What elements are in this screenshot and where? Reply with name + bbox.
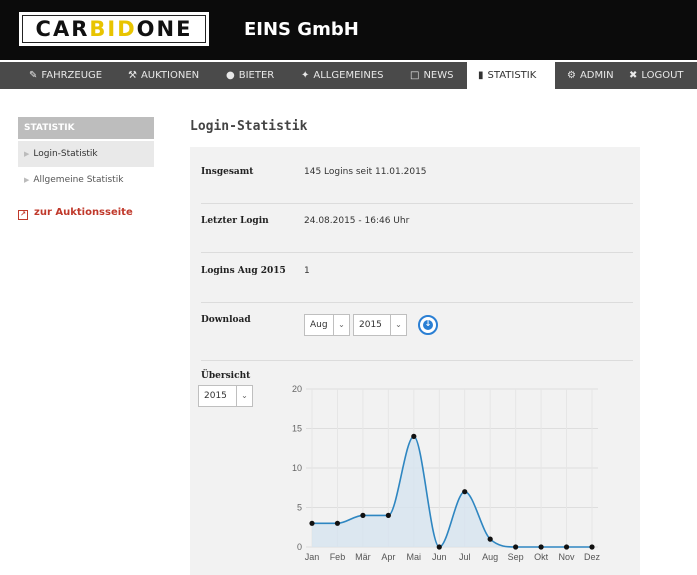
nav-item-logout[interactable]: ✖ LOGOUT xyxy=(629,62,684,89)
company-name: EINS GmbH xyxy=(244,19,359,40)
chevron-right-icon: ▶ xyxy=(24,150,30,158)
sidebar-heading: STATISTIK xyxy=(18,117,154,139)
statistics-panel: Insgesamt 145 Logins seit 11.01.2015 Let… xyxy=(190,147,640,575)
close-icon: ✖ xyxy=(629,70,638,81)
download-year-select[interactable]: 2015 ⌄ xyxy=(353,314,407,336)
gear-icon: ⚙ xyxy=(567,70,576,81)
data-point-feb xyxy=(334,520,341,526)
x-tick-label: Aug xyxy=(482,552,498,562)
divider xyxy=(201,302,633,303)
divider xyxy=(201,252,633,253)
total-value: 145 Logins seit 11.01.2015 xyxy=(304,167,427,177)
last-login-value: 24.08.2015 - 16:46 Uhr xyxy=(304,216,410,226)
nav-item-statistik[interactable]: ▮ STATISTIK xyxy=(467,62,555,89)
document-icon: □ xyxy=(410,70,420,81)
download-label: Download xyxy=(201,315,251,325)
logins-month-label: Logins Aug 2015 xyxy=(201,266,286,276)
divider xyxy=(201,360,633,361)
bar-chart-icon: ▮ xyxy=(478,70,484,81)
download-arrow-icon: ↓ xyxy=(424,319,432,328)
nav-item-fahrzeuge[interactable]: ✎ FAHRZEUGE xyxy=(29,62,102,89)
overview-year-select[interactable]: 2015 ⌄ xyxy=(198,385,253,407)
sidebar-item-allgemeine-statistik[interactable]: ▶ Allgemeine Statistik xyxy=(18,167,154,193)
logins-month-value: 1 xyxy=(304,266,310,276)
edit-icon: ✎ xyxy=(29,70,38,81)
chart-area-fill xyxy=(312,436,592,547)
data-point-jan xyxy=(309,520,315,526)
x-tick-label: Nov xyxy=(559,552,576,562)
data-point-sep xyxy=(513,544,519,550)
x-tick-label: Feb xyxy=(330,552,346,562)
data-point-aug xyxy=(487,536,493,542)
download-month-select[interactable]: Aug ⌄ xyxy=(304,314,350,336)
gavel-icon: ⚒ xyxy=(128,70,137,81)
divider xyxy=(201,203,633,204)
data-point-mai xyxy=(411,433,417,439)
nav-item-news[interactable]: □ NEWS xyxy=(410,62,454,89)
x-tick-label: Okt xyxy=(534,552,549,562)
user-icon: ● xyxy=(226,70,235,81)
x-tick-label: Sep xyxy=(508,552,524,562)
y-tick-label: 15 xyxy=(292,424,302,434)
data-point-okt xyxy=(538,544,544,550)
external-link-icon: ↗ xyxy=(18,210,28,220)
page-title: Login-Statistik xyxy=(190,119,308,134)
x-tick-label: Mai xyxy=(407,552,422,562)
chevron-down-icon: ⌄ xyxy=(390,315,406,335)
y-tick-label: 0 xyxy=(297,542,302,552)
x-tick-label: Jul xyxy=(459,552,471,562)
x-tick-label: Dez xyxy=(584,552,601,562)
carbidone-logo[interactable]: CAR BID ONE xyxy=(19,12,209,46)
logo-text-one: ONE xyxy=(136,17,193,41)
data-point-dez xyxy=(589,544,595,550)
x-tick-label: Mär xyxy=(355,552,371,562)
login-overview-chart: 0 5 10 15 20 Jan Feb Mär Apr Mai Jun Jul Aug Sep Okt N… xyxy=(292,384,601,562)
last-login-label: Letzter Login xyxy=(201,216,269,226)
y-tick-label: 10 xyxy=(292,463,302,473)
main-nav: ✎ FAHRZEUGE ⚒ AUKTIONEN ● BIETER ✦ ALLGEMEIN… xyxy=(0,62,697,89)
y-tick-label: 20 xyxy=(292,384,302,394)
data-point-jun xyxy=(436,544,442,550)
logo-text-car: CAR xyxy=(35,17,90,41)
logo-text-bid: BID xyxy=(89,17,137,41)
x-tick-label: Apr xyxy=(381,552,395,562)
x-tick-label: Jan xyxy=(305,552,320,562)
x-tick-label: Jun xyxy=(432,552,447,562)
sidebar-item-login-statistik[interactable]: ▶ Login-Statistik xyxy=(18,141,154,167)
nav-item-bieter[interactable]: ● BIETER xyxy=(226,62,274,89)
auction-site-link[interactable]: ↗ zur Auktionsseite xyxy=(18,207,133,220)
header-bar: CAR BID ONE EINS GmbH xyxy=(0,0,697,60)
data-point-jul xyxy=(462,489,468,495)
data-point-nov xyxy=(563,544,570,550)
nav-item-allgemeines[interactable]: ✦ ALLGEMEINES xyxy=(301,62,383,89)
chevron-down-icon: ⌄ xyxy=(333,315,349,335)
wrench-icon: ✦ xyxy=(301,70,310,81)
chevron-right-icon: ▶ xyxy=(24,176,30,184)
data-point-apr xyxy=(385,512,391,518)
download-button[interactable]: ↓ xyxy=(418,315,438,335)
chevron-down-icon: ⌄ xyxy=(236,386,252,406)
data-point-mär xyxy=(360,512,366,518)
nav-item-auktionen[interactable]: ⚒ AUKTIONEN xyxy=(128,62,199,89)
total-label: Insgesamt xyxy=(201,167,254,177)
overview-label: Übersicht xyxy=(201,371,251,381)
y-tick-label: 5 xyxy=(297,503,302,513)
nav-item-admin[interactable]: ⚙ ADMIN xyxy=(567,62,614,89)
